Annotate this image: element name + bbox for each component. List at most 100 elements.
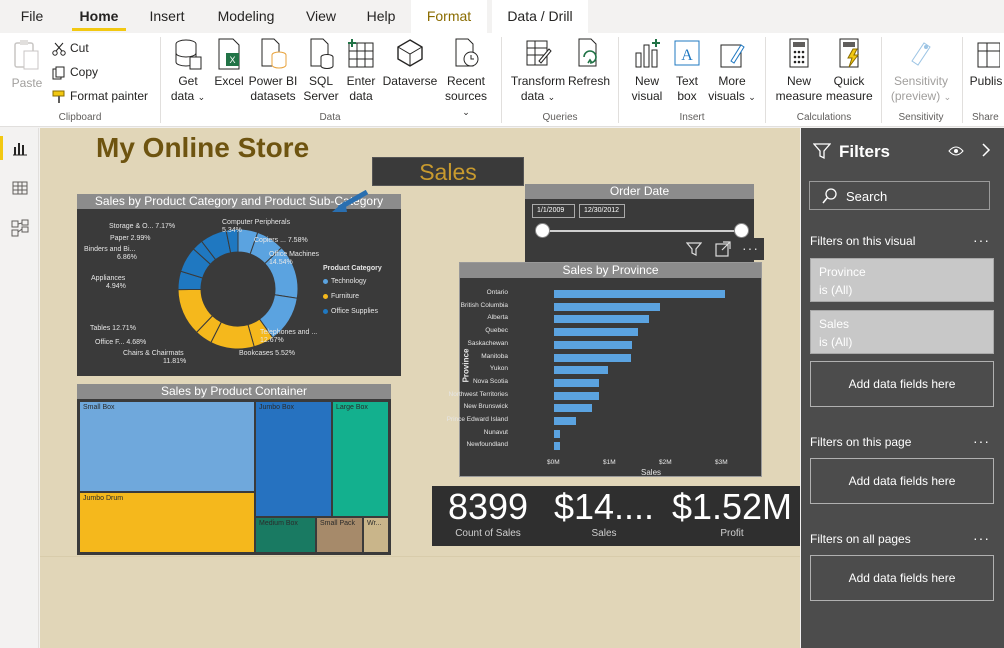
paste-icon [14, 40, 39, 70]
report-title[interactable]: My Online Store [96, 132, 309, 164]
add-all-pages-filter-field[interactable]: Add data fields here [810, 555, 994, 601]
powerbi-datasets-button[interactable]: Power BI datasets [248, 37, 298, 104]
more-visuals-button[interactable]: More visuals ⌄ [706, 37, 758, 105]
province-bar[interactable] [554, 404, 593, 413]
enter-data-button[interactable]: Enter data [342, 37, 380, 104]
paste-button[interactable]: Paste [8, 37, 46, 91]
filters-on-page-heading: Filters on this page [810, 435, 912, 449]
legend-item-furniture[interactable]: Furniture [323, 293, 359, 300]
treemap-tile-medium-box[interactable]: Medium Box [255, 517, 316, 553]
format-painter-button[interactable]: Format painter [52, 85, 148, 107]
tab-file[interactable]: File [10, 0, 54, 33]
refresh-button[interactable]: Refresh [568, 37, 610, 89]
ribbon-divider [962, 37, 963, 123]
eye-icon[interactable] [948, 145, 964, 157]
filter-card-sales[interactable]: Sales is (All) [810, 310, 994, 354]
legend-dot [323, 278, 328, 284]
treemap-tile-small-box[interactable]: Small Box [79, 401, 255, 492]
collapse-pane-icon[interactable] [981, 143, 991, 157]
filter-card-province[interactable]: Province is (All) [810, 258, 994, 302]
end-date-input[interactable]: 12/30/2012 [579, 204, 625, 218]
dataverse-button[interactable]: Dataverse [382, 37, 438, 89]
province-bar[interactable] [554, 366, 609, 375]
province-bar[interactable] [554, 417, 577, 425]
report-view-button[interactable] [0, 128, 39, 168]
province-bar[interactable] [554, 429, 560, 438]
donut-label-telephones: Telephones and ... [260, 329, 318, 336]
x-tick: $1M [603, 459, 616, 466]
tab-modeling[interactable]: Modeling [208, 0, 284, 33]
province-bar-chart-visual[interactable]: Sales by Province Ontario British Columbi… [447, 262, 762, 477]
legend-item-office-supplies[interactable]: Office Supplies [323, 308, 378, 315]
insert-group-label: Insert [679, 112, 705, 123]
new-measure-button[interactable]: New measure [774, 37, 824, 104]
tab-format[interactable]: Format [411, 0, 487, 33]
date-slider-start-handle[interactable] [535, 223, 550, 238]
more-options-icon[interactable]: ··· [742, 240, 759, 256]
copy-button[interactable]: Copy [52, 61, 98, 83]
publish-button[interactable]: Publis [968, 37, 1004, 89]
date-slider-track[interactable] [542, 230, 740, 232]
filter-search-input[interactable]: Search [809, 181, 990, 210]
start-date-input[interactable]: 1/1/2009 [532, 204, 575, 218]
province-label: Nunavut [483, 428, 508, 436]
tab-insert[interactable]: Insert [140, 0, 194, 33]
treemap-tile-jumbo-drum[interactable]: Jumbo Drum [79, 492, 255, 553]
add-page-filter-field[interactable]: Add data fields here [810, 458, 994, 504]
sensitivity-button[interactable]: Sensitivity (preview) ⌄ [888, 37, 954, 105]
visual-header-toolbar: ··· [682, 238, 764, 260]
cut-button[interactable]: Cut [52, 37, 89, 59]
arrow-annotation-icon [332, 190, 369, 212]
tab-help[interactable]: Help [358, 0, 404, 33]
more-options-icon[interactable]: ··· [973, 433, 990, 449]
treemap-tile-jumbo-box[interactable]: Jumbo Box [255, 401, 332, 517]
quick-measure-button[interactable]: Quick measure [826, 37, 873, 104]
add-visual-filter-field[interactable]: Add data fields here [810, 361, 994, 407]
calculator-icon [789, 38, 809, 68]
sales-banner[interactable]: Sales [372, 157, 524, 186]
province-bar[interactable] [554, 353, 631, 362]
province-bar[interactable] [554, 302, 661, 311]
data-view-button[interactable] [0, 168, 39, 208]
filter-icon[interactable] [686, 241, 702, 257]
more-options-icon[interactable]: ··· [973, 530, 990, 546]
treemap-tile-wrap-bag[interactable]: Wr... [363, 517, 389, 553]
province-bar[interactable] [554, 391, 599, 400]
legend-item-technology[interactable]: Technology [323, 278, 366, 285]
ribbon-divider [765, 37, 766, 123]
text-box-button[interactable]: A Text box [668, 37, 706, 104]
province-bar[interactable] [554, 290, 726, 298]
donut-label-binders: Binders and Bi... [84, 246, 136, 253]
transform-data-button[interactable]: Transform data ⌄ [508, 37, 568, 105]
report-canvas[interactable]: My Online Store Sales Sales by Product C… [40, 128, 800, 648]
more-options-icon[interactable]: ··· [973, 232, 990, 248]
kpi-sales[interactable]: $14.... Sales [548, 486, 660, 540]
kpi-count-of-sales[interactable]: 8399 Count of Sales [442, 486, 534, 540]
sensitivity-icon [911, 42, 931, 66]
treemap-tile-small-pack[interactable]: Small Pack [316, 517, 363, 553]
province-bar[interactable] [554, 315, 650, 324]
province-bar[interactable] [554, 328, 638, 337]
date-slider-end-handle[interactable] [734, 223, 749, 238]
kpi-value: 8399 [447, 486, 529, 527]
tab-home[interactable]: Home [72, 0, 126, 33]
excel-button[interactable]: X Excel [212, 37, 246, 89]
province-bar[interactable] [554, 378, 599, 387]
treemap-visual[interactable]: Sales by Product Container Small Box Jum… [77, 384, 391, 555]
recent-sources-button[interactable]: Recent sources ⌄ [440, 37, 492, 120]
donut-chart-visual[interactable]: Sales by Product Category and Product Su… [77, 190, 401, 376]
new-visual-button[interactable]: New visual [626, 37, 668, 104]
clipboard-group-label: Clipboard [58, 112, 102, 123]
tab-view[interactable]: View [298, 0, 344, 33]
donut-label-copiers: Copiers ... 7.58% [254, 237, 308, 244]
treemap-tile-large-box[interactable]: Large Box [332, 401, 389, 517]
get-data-button[interactable]: Get data ⌄ [166, 37, 210, 105]
province-bar[interactable] [554, 340, 633, 349]
kpi-profit[interactable]: $1.52M Profit [670, 486, 794, 540]
donut-label-computer: Computer Peripherals [222, 219, 291, 226]
tab-data-drill[interactable]: Data / Drill [492, 0, 588, 33]
sql-server-button[interactable]: SQL Server [302, 37, 340, 104]
province-bar[interactable] [554, 442, 560, 451]
focus-mode-icon[interactable] [715, 241, 731, 257]
model-view-button[interactable] [0, 208, 39, 248]
